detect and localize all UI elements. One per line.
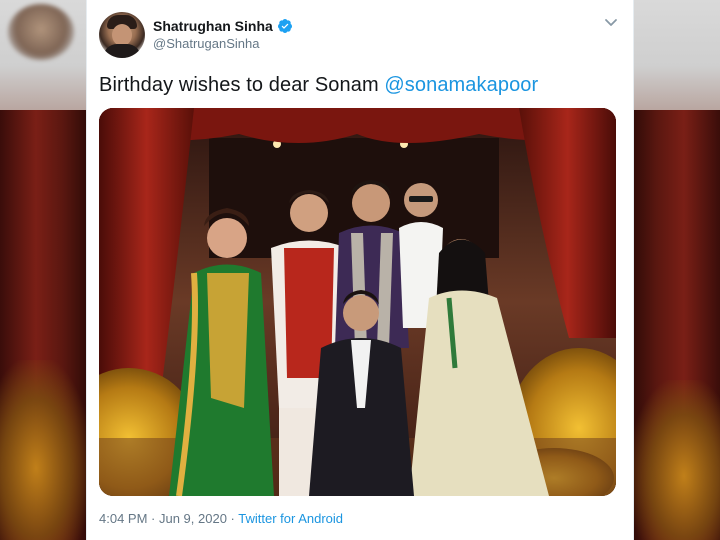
blurred-avatar [8, 4, 74, 60]
author-name-row[interactable]: Shatrughan Sinha [153, 16, 293, 36]
tweet-photo[interactable] [99, 108, 616, 496]
tweet-meta: 4:04 PM · Jun 9, 2020 · Twitter for Andr… [99, 511, 343, 526]
chevron-down-icon[interactable] [603, 14, 619, 30]
user-handle[interactable]: @ShatruganSinha [153, 36, 259, 51]
meta-separator: · [147, 511, 159, 526]
tweet-text: Birthday wishes to dear Sonam @sonamakap… [99, 74, 538, 97]
mention-link[interactable]: @sonamakapoor [384, 74, 538, 96]
tweet-card: Shatrughan Sinha @ShatruganSinha Birthda… [86, 0, 634, 540]
tweet-time[interactable]: 4:04 PM [99, 511, 147, 526]
avatar[interactable] [99, 12, 145, 58]
meta-separator: · [226, 511, 239, 526]
tweet-source-link[interactable]: Twitter for Android [238, 511, 343, 526]
tweet-text-body: Birthday wishes to dear Sonam [99, 74, 385, 96]
tweet-date[interactable]: Jun 9, 2020 [159, 511, 227, 526]
display-name[interactable]: Shatrughan Sinha [153, 18, 273, 34]
verified-badge-icon [277, 19, 292, 33]
group-photo [99, 108, 616, 496]
